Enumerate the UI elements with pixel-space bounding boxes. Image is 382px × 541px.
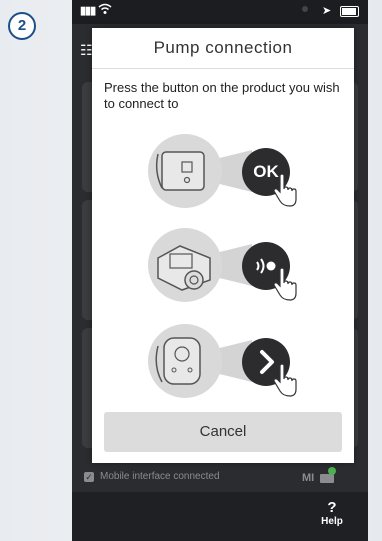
battery-icon [340, 6, 359, 17]
pump-device-icon [148, 228, 222, 302]
connection-indicator-icon [328, 467, 336, 475]
signal-icon: ▮▮▮ [80, 5, 96, 17]
pump-device-icon [148, 324, 222, 398]
menu-grid-icon[interactable]: ☷ [80, 42, 93, 59]
cancel-button[interactable]: Cancel [104, 412, 342, 452]
mobile-interface-status: ✓ Mobile interface connected [84, 470, 356, 486]
location-arrow-icon: ➤ [322, 5, 332, 17]
step-ok: OK [92, 134, 354, 214]
camera-dot-icon [302, 6, 308, 12]
help-icon: ? [327, 499, 337, 516]
help-button[interactable]: ? Help [312, 500, 352, 536]
help-label: Help [321, 516, 343, 527]
pointing-hand-icon [273, 268, 297, 301]
checkbox-checked-icon: ✓ [84, 472, 94, 482]
mi-device-icon [320, 474, 334, 483]
pump-device-icon [148, 134, 222, 208]
dialog-title: Pump connection [153, 38, 293, 57]
step-signal [92, 228, 354, 308]
step-next [92, 324, 354, 404]
mi-label: MI [302, 472, 315, 484]
wifi-icon [98, 3, 112, 14]
pointing-hand-icon [273, 364, 297, 397]
pump-connection-dialog: Pump connection Press the button on the … [92, 28, 354, 463]
instruction-text: Press the button on the product you wish… [104, 80, 340, 111]
divider [92, 68, 354, 69]
pointing-hand-icon [273, 174, 297, 207]
mobile-interface-text: Mobile interface connected [100, 471, 220, 482]
status-bar: ▮▮▮ ➤ [72, 0, 368, 24]
step-number-badge: 2 [8, 12, 36, 40]
